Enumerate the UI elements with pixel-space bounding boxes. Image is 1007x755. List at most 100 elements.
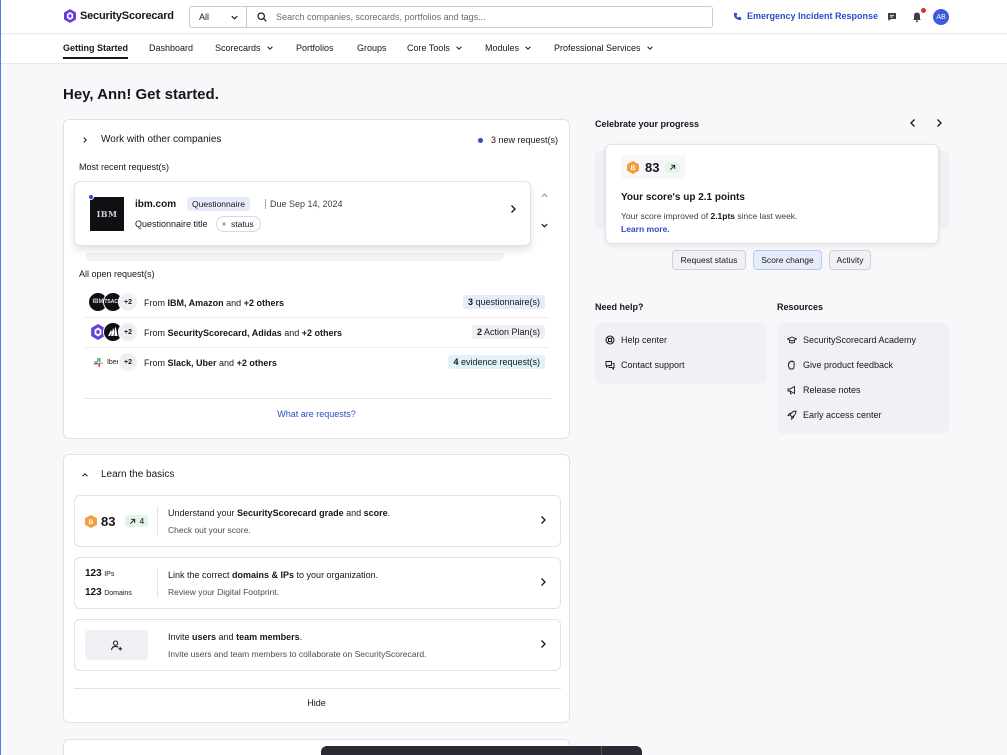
nav-groups[interactable]: Groups — [357, 43, 387, 53]
title-part-bold: score — [363, 508, 388, 518]
tab-score-change[interactable]: Score change — [753, 250, 822, 270]
chevron-left-icon[interactable] — [908, 118, 918, 128]
hide-button[interactable]: Hide — [64, 698, 569, 708]
nav-label: Professional Services — [554, 43, 641, 53]
grade-badge-icon: B — [85, 514, 97, 528]
tab-activity[interactable]: Activity — [829, 250, 871, 270]
company-logo: IBM — [90, 197, 124, 231]
score-trend-badge — [665, 161, 681, 173]
title-part-bold: team members — [236, 632, 300, 642]
digital-footprint-item[interactable]: 123 IPs 123 Domains Link the correct dom… — [74, 557, 561, 609]
search-bar — [247, 6, 713, 28]
emergency-incident-link[interactable]: Emergency Incident Response — [733, 11, 878, 21]
title-part-bold: domains & IPs — [232, 570, 295, 580]
chevron-up-icon — [82, 472, 88, 477]
link-label: Give product feedback — [803, 360, 894, 370]
release-notes-link[interactable]: Release notes — [787, 385, 861, 395]
app-logo[interactable]: SecurityScorecard — [63, 9, 174, 23]
desc-value: 2.1pts — [710, 211, 736, 221]
academy-link[interactable]: SecurityScorecard Academy — [787, 335, 916, 345]
progress-description: Your score improved of 2.1pts since last… — [621, 211, 797, 221]
chevron-down-icon[interactable] — [540, 221, 549, 230]
divider — [84, 398, 551, 399]
score-summary: B 83 — [621, 155, 687, 179]
chat-icon[interactable] — [885, 10, 899, 24]
search-input[interactable] — [276, 12, 676, 22]
score-progress-card: B 83 Your score's up 2.1 points Your sco… — [605, 144, 939, 244]
help-title: Need help? — [595, 302, 644, 312]
understand-score-item[interactable]: B 83 4 Understand your SecurityScorecard… — [74, 495, 561, 547]
nav-portfolios[interactable]: Portfolios — [296, 43, 334, 53]
resources-title: Resources — [777, 302, 824, 312]
item-title: Invite users and team members. — [168, 632, 302, 642]
chevron-down-icon — [525, 46, 531, 50]
contact-support-link[interactable]: Contact support — [605, 360, 685, 370]
chat-bubbles-icon — [605, 361, 615, 370]
page: SecurityScorecard All Emergency Incident… — [0, 0, 1007, 755]
help-center-link[interactable]: Help center — [605, 335, 667, 345]
invite-users-item[interactable]: Invite users and team members. Invite us… — [74, 619, 561, 671]
progress-headline: Your score's up 2.1 points — [621, 192, 745, 203]
company-logos: IBM TSACH +2 — [88, 292, 138, 312]
ips-stat: 123 IPs — [85, 568, 114, 579]
nav-label: Groups — [357, 43, 387, 53]
page-title: Hey, Ann! Get started. — [63, 86, 219, 103]
nav-scorecards[interactable]: Scorecards — [215, 43, 274, 53]
work-card-toggle[interactable]: Work with other companies — [81, 134, 221, 145]
more-count: +2 — [124, 328, 132, 336]
trend-value: 4 — [139, 516, 145, 526]
logo-text: SecurityScorecard — [80, 10, 174, 22]
learn-basics-card: Learn the basics B 83 4 Understand your … — [63, 454, 570, 723]
separator — [157, 568, 158, 598]
learn-card-toggle[interactable]: Learn the basics — [81, 469, 174, 480]
help-links: Help center Contact support — [595, 323, 767, 384]
open-request-row[interactable]: Iber +2 From Slack, Uber and +2 others 4… — [84, 348, 549, 378]
chevron-down-icon — [266, 46, 273, 50]
avatar-initials: AB — [936, 13, 946, 21]
footprint-summary: 123 IPs 123 Domains — [85, 558, 157, 608]
tab-request-status[interactable]: Request status — [672, 250, 746, 270]
new-requests-indicator: 3 new request(s) — [477, 135, 558, 145]
score-trend-badge: 4 — [125, 515, 149, 527]
nav-modules[interactable]: Modules — [485, 43, 532, 53]
resources-links: SecurityScorecard Academy Give product f… — [777, 323, 949, 434]
item-title: Link the correct domains & IPs to your o… — [168, 570, 378, 580]
ips-label: IPs — [104, 571, 115, 578]
tab-label: Activity — [836, 255, 864, 265]
row-companies: SecurityScorecard, Adidas — [167, 328, 282, 338]
row-others: +2 others — [301, 328, 343, 338]
grade-letter: B — [631, 165, 636, 172]
status-dot — [222, 222, 226, 226]
user-avatar[interactable]: AB — [933, 9, 949, 25]
nav-core-tools[interactable]: Core Tools — [407, 43, 463, 53]
link-label: Early access center — [803, 410, 882, 420]
title-part-bold: SecurityScorecard grade — [237, 508, 344, 518]
chevron-right-icon — [83, 136, 87, 143]
title-part: and — [343, 508, 364, 518]
what-are-requests-link[interactable]: What are requests? — [64, 409, 569, 419]
learn-more-link[interactable]: Learn more. — [621, 224, 670, 234]
row-prefix: From — [144, 298, 168, 308]
more-logos-count: +2 — [118, 292, 138, 312]
more-count: +2 — [124, 298, 132, 306]
nav-getting-started[interactable]: Getting Started — [63, 43, 129, 59]
open-request-row[interactable]: IBM TSACH +2 From IBM, Amazon and +2 oth… — [84, 288, 549, 318]
nav-dashboard[interactable]: Dashboard — [149, 43, 193, 53]
divider — [74, 688, 561, 689]
item-subtitle: Review your Digital Footprint. — [168, 587, 280, 597]
chevron-up-icon[interactable] — [540, 191, 549, 200]
recent-request-card[interactable]: IBM ibm.com Questionnaire Due Sep 14, 20… — [74, 181, 531, 246]
early-access-link[interactable]: Early access center — [787, 410, 882, 420]
chevron-right-icon[interactable] — [508, 204, 518, 214]
chevron-right-icon — [541, 578, 546, 586]
open-request-row[interactable]: +2 From SecurityScorecard, Adidas and +2… — [84, 318, 549, 348]
invite-icon-box — [85, 630, 148, 660]
product-feedback-link[interactable]: Give product feedback — [787, 360, 893, 370]
item-subtitle: Invite users and team members to collabo… — [168, 649, 427, 659]
title-part: Link the correct — [168, 570, 233, 580]
item-title: Understand your SecurityScorecard grade … — [168, 508, 390, 518]
more-count: +2 — [124, 358, 132, 366]
nav-professional-services[interactable]: Professional Services — [554, 43, 654, 53]
search-scope-select[interactable]: All — [189, 6, 247, 28]
chevron-right-icon[interactable] — [934, 118, 944, 128]
